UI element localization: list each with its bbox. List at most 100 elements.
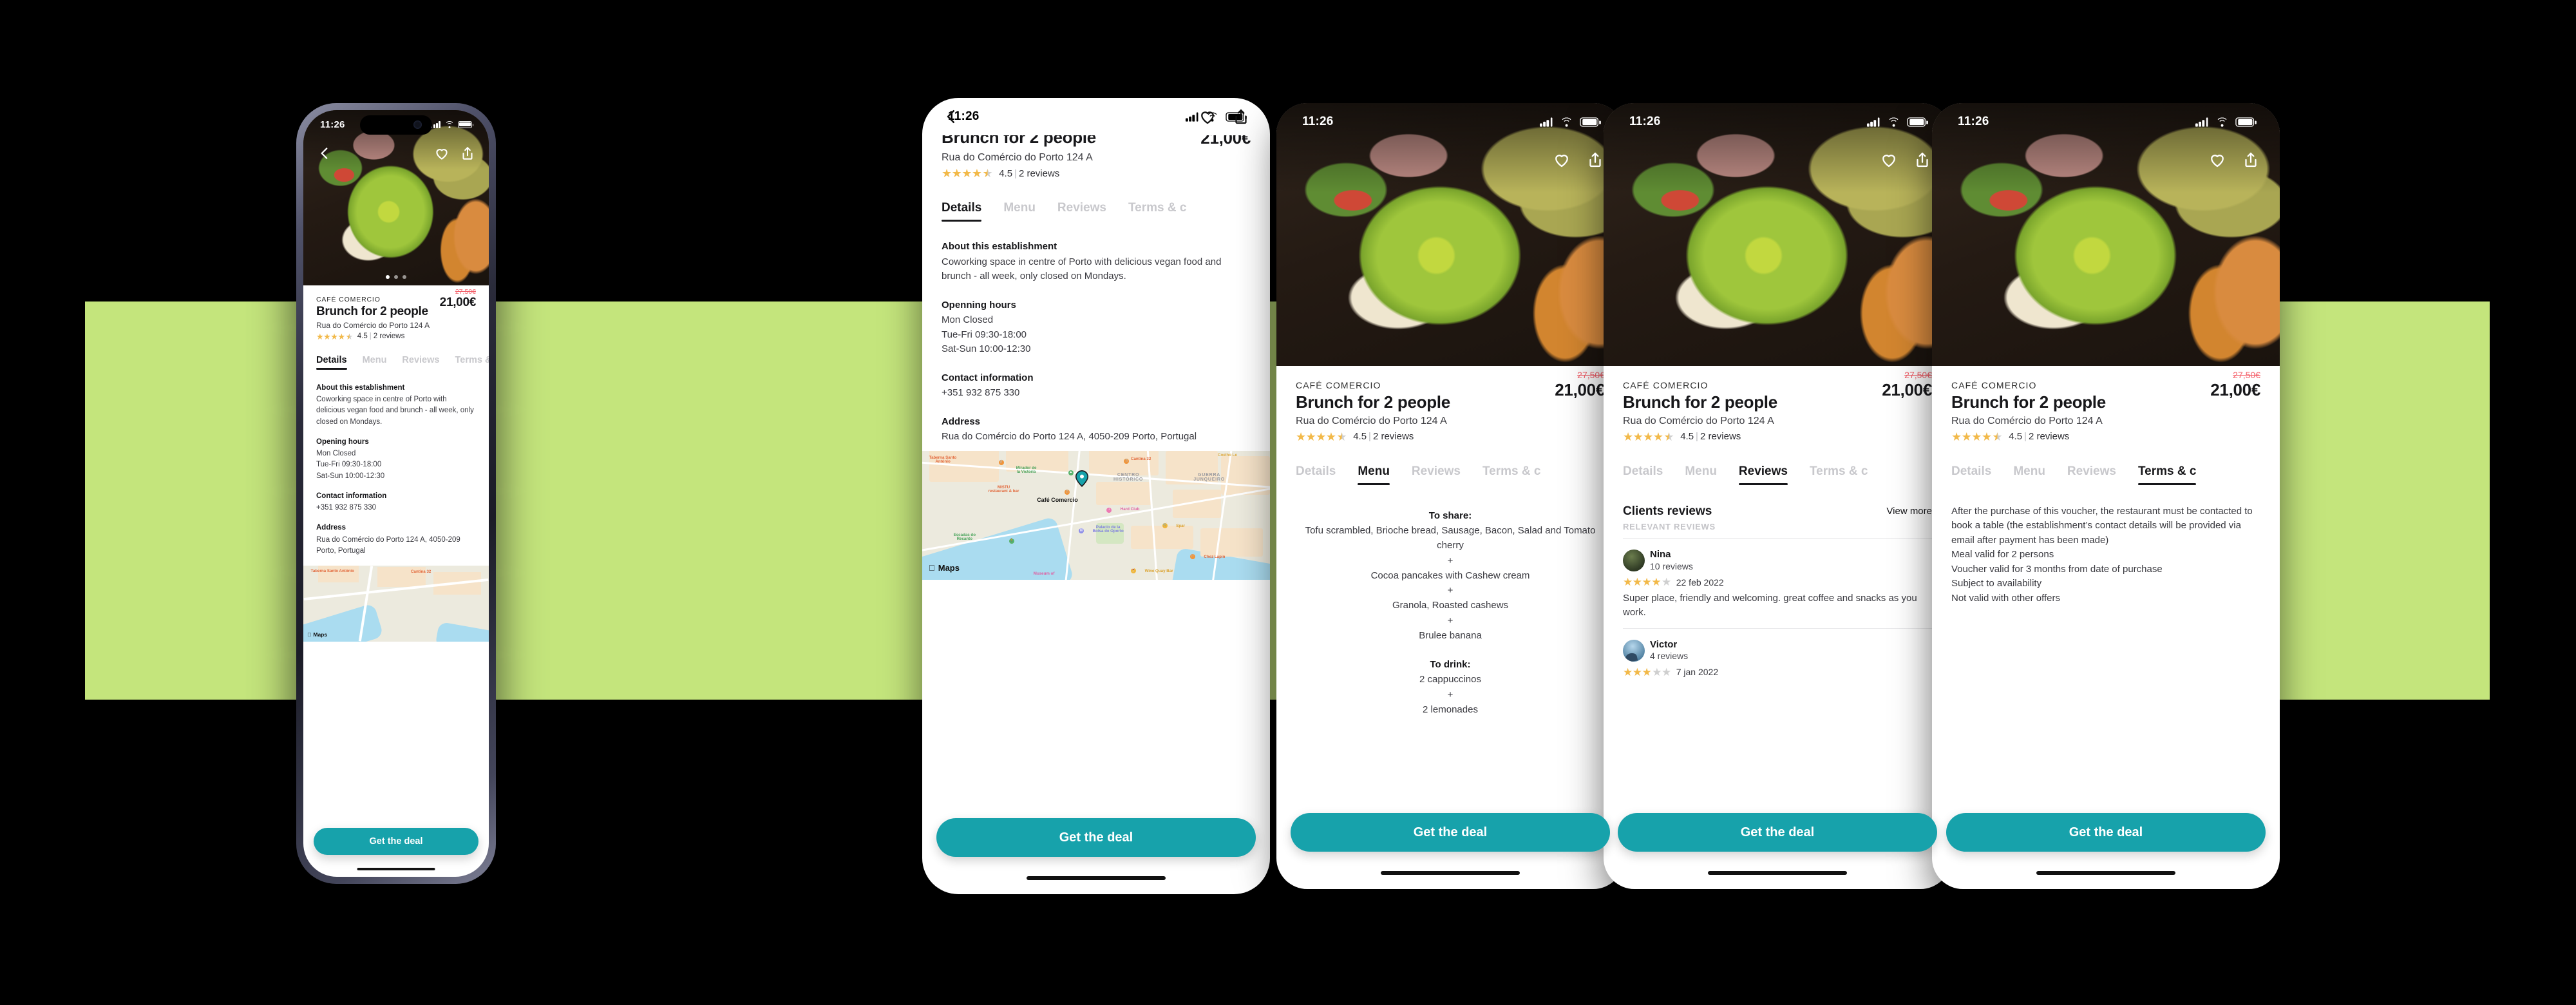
heart-icon[interactable]: [433, 145, 450, 162]
restaurant-poi-icon: 🍴: [1065, 489, 1070, 495]
tab-details[interactable]: Details: [942, 201, 982, 222]
tab-bar-5[interactable]: Details Menu Reviews Terms & c: [1951, 464, 2260, 485]
chevron-left-icon[interactable]: [316, 145, 333, 162]
tab-bar-4[interactable]: Details Menu Reviews Terms & c: [1623, 464, 1932, 485]
price-current: 21,00€: [2210, 380, 2260, 399]
hours-line: Sat-Sun 10:00-12:30: [942, 343, 1031, 354]
listing-sheet-1: CAFÉ COMERCIO Brunch for 2 people 27,50€…: [303, 285, 489, 642]
bar-poi-icon: 🍷: [1131, 568, 1136, 573]
tab-menu[interactable]: Menu: [1358, 464, 1390, 485]
tab-bar-3[interactable]: Details Menu Reviews Terms & c: [1296, 464, 1605, 485]
tab-details[interactable]: Details: [316, 355, 347, 370]
tab-bar-1[interactable]: Details Menu Reviews Terms & c: [316, 355, 489, 370]
tab-bar-2[interactable]: Details Menu Reviews Terms & c: [942, 201, 1251, 222]
park-poi-icon: ▲: [1068, 470, 1074, 475]
price-original: 27,50€: [455, 288, 476, 296]
price-block: 27,50€ 21,00€: [440, 288, 477, 310]
nav-bar-5: [1932, 140, 2280, 179]
tab-details[interactable]: Details: [1623, 464, 1663, 485]
tab-reviews[interactable]: Reviews: [2067, 464, 2116, 485]
reviewer-review-count: 4 reviews: [1650, 651, 1689, 662]
get-the-deal-button[interactable]: Get the deal: [1946, 813, 2266, 852]
tab-menu[interactable]: Menu: [2013, 464, 2045, 485]
terms-line: Voucher valid for 3 months from date of …: [1951, 563, 2163, 575]
tab-terms[interactable]: Terms & c: [2137, 464, 2197, 485]
menu-drink-heading: To drink:: [1430, 659, 1471, 671]
menu-separator: +: [1447, 555, 1454, 566]
apple-logo-icon: : [929, 562, 935, 575]
page-title: Brunch for 2 people: [316, 305, 428, 318]
get-the-deal-button[interactable]: Get the deal: [1291, 813, 1610, 852]
device-notch: [360, 115, 432, 135]
terms-line: Subject to availability: [1951, 578, 2042, 589]
address-short: Rua do Comércio do Porto 124 A: [942, 152, 1093, 163]
tab-menu[interactable]: Menu: [1685, 464, 1717, 485]
location-map[interactable]: Taberna Santo António 🍴 Mirador de la Vict…: [922, 450, 1270, 580]
menu-separator: +: [1447, 585, 1454, 597]
map-label: Hard Club: [1120, 506, 1140, 512]
apple-maps-attribution: Maps: [307, 631, 327, 639]
tab-menu[interactable]: Menu: [363, 355, 387, 370]
hours-line: Sat-Sun 10:00-12:30: [316, 472, 385, 480]
reviewer-name: Victor: [1650, 638, 1678, 650]
map-label: Taberna Santo António: [929, 455, 957, 464]
share-icon[interactable]: [1231, 107, 1251, 126]
heart-icon[interactable]: [2208, 150, 2227, 169]
share-icon[interactable]: [1913, 150, 1932, 169]
tab-terms[interactable]: Terms & c: [1810, 464, 1868, 485]
address-full: Rua do Comércio do Porto 124 A, 4050-209…: [942, 431, 1197, 442]
menu-item: Granola, Roasted cashews: [1392, 600, 1509, 611]
location-map[interactable]: Taberna Santo António Cantina 32 Maps: [303, 566, 489, 642]
share-icon[interactable]: [1586, 150, 1605, 169]
contact-phone[interactable]: +351 932 875 330: [316, 503, 476, 513]
chevron-left-icon[interactable]: [942, 107, 961, 126]
hours-heading: Openning hours: [942, 299, 1016, 311]
tab-details[interactable]: Details: [1951, 464, 1991, 485]
phone-1-screen: 11:26 CAFÉ COMERCIO Brunch for 2 people …: [303, 110, 489, 877]
reviewer-name: Nina: [1650, 548, 1671, 560]
share-icon[interactable]: [459, 145, 476, 162]
rating-text: 4.5 | 2 reviews: [1353, 431, 1414, 443]
tab-details[interactable]: Details: [1296, 464, 1336, 485]
address-short: Rua do Comércio do Porto 124 A: [1623, 415, 1774, 426]
contact-phone[interactable]: +351 932 875 330: [942, 386, 1251, 401]
map-label: Coelho Le: [1218, 452, 1237, 457]
heart-icon[interactable]: [1198, 107, 1217, 126]
tab-terms[interactable]: Terms & c: [1128, 201, 1186, 222]
star-rating-icon: ★★★★★: [942, 167, 993, 180]
menu-item: Cocoa pancakes with Cashew cream: [1370, 570, 1530, 581]
get-the-deal-button[interactable]: Get the deal: [314, 828, 478, 855]
get-the-deal-button[interactable]: Get the deal: [1618, 813, 1937, 852]
star-rating-icon: ★★★★★: [1951, 430, 2003, 443]
hours-line: Tue-Fri 09:30-18:00: [942, 329, 1027, 340]
tab-terms[interactable]: Terms & c: [455, 355, 489, 370]
tab-reviews[interactable]: Reviews: [1738, 464, 1788, 485]
tab-menu[interactable]: Menu: [1003, 201, 1036, 222]
nav-bar-1: [303, 139, 489, 168]
view-more-link[interactable]: View more: [1886, 506, 1932, 517]
map-label: Escadas do Recanto: [953, 532, 976, 541]
tab-terms[interactable]: Terms & c: [1482, 464, 1540, 485]
museum-poi-icon: ▤: [1079, 528, 1084, 533]
heart-icon[interactable]: [1879, 150, 1899, 169]
heart-icon[interactable]: [1552, 150, 1571, 169]
page-title: Brunch for 2 people: [1951, 392, 2106, 412]
image-pager-dots[interactable]: [386, 275, 406, 279]
stage: 11:26 CAFÉ COMERCIO Brunch for 2 people …: [0, 0, 2576, 1005]
menu-separator: +: [1447, 615, 1454, 626]
map-label: MISTU restaurant & bar: [988, 484, 1019, 493]
map-label: GUERRA JUNQUEIRO: [1193, 472, 1226, 482]
tab-reviews[interactable]: Reviews: [402, 355, 439, 370]
avatar: [1623, 550, 1645, 572]
get-the-deal-button[interactable]: Get the deal: [936, 818, 1256, 857]
star-rating-icon: ★★★★★: [1623, 430, 1674, 443]
store-poi-icon: 🛒: [1162, 522, 1168, 528]
status-time: 11:26: [1958, 115, 1989, 128]
cellular-bars-icon: [430, 120, 440, 128]
price-current: 21,00€: [1882, 380, 1932, 399]
battery-icon: [1580, 117, 1601, 127]
listing-sheet-5: CAFÉ COMERCIO Brunch for 2 people 27,50€…: [1932, 366, 2280, 606]
share-icon[interactable]: [2241, 150, 2260, 169]
tab-reviews[interactable]: Reviews: [1412, 464, 1461, 485]
tab-reviews[interactable]: Reviews: [1057, 201, 1106, 222]
